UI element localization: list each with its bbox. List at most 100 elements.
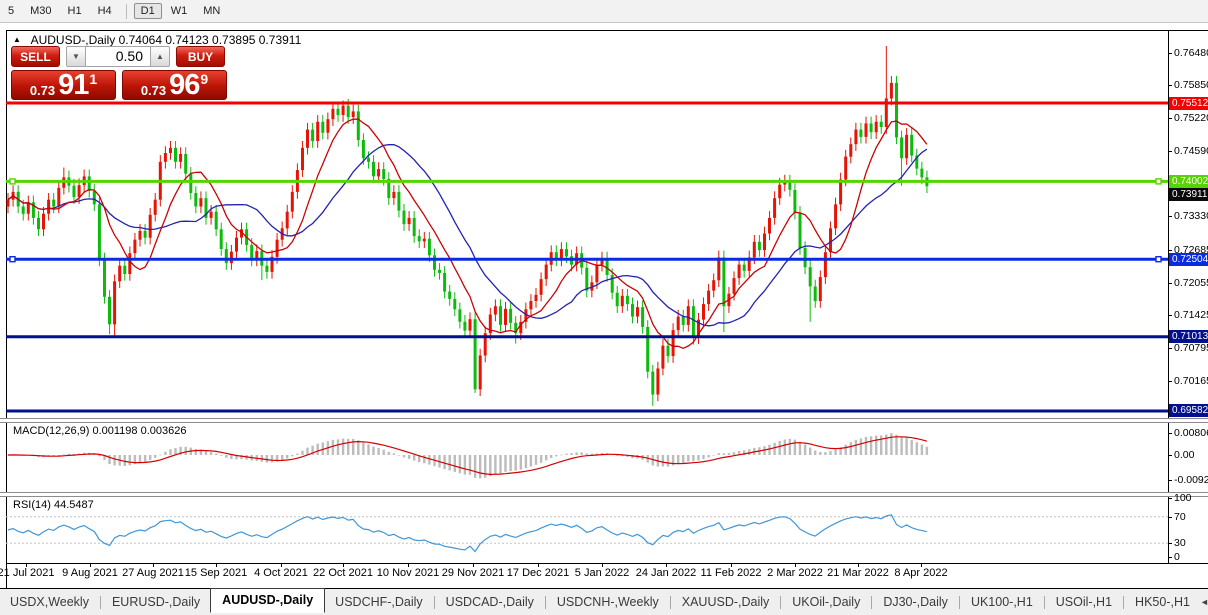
- macd-bar: [443, 455, 445, 469]
- candle-body: [844, 157, 847, 180]
- candle-body: [108, 297, 111, 325]
- sell-price-display[interactable]: 0.73 91 1: [11, 70, 116, 100]
- toolbar-separator: [126, 4, 127, 19]
- macd-bar: [895, 435, 897, 455]
- candle-body: [113, 281, 116, 324]
- date-axis-label: 11 Feb 2022: [701, 567, 762, 579]
- chart-tab-dj30-daily[interactable]: DJ30-,Daily: [873, 592, 958, 612]
- timeframe-button-m30[interactable]: M30: [23, 3, 58, 19]
- candle-body: [194, 193, 197, 207]
- price-tick-mark: [1168, 216, 1172, 217]
- rsi-panel[interactable]: [6, 495, 1168, 563]
- chart-tab-audusd-daily[interactable]: AUDUSD-,Daily: [210, 588, 325, 613]
- candle-body: [169, 148, 172, 153]
- price-level-tag[interactable]: 0.75512: [1169, 97, 1208, 110]
- tab-separator: [545, 596, 546, 609]
- macd-bar: [850, 442, 852, 455]
- macd-bar: [504, 455, 506, 472]
- timeframe-button-5[interactable]: 5: [1, 3, 21, 19]
- chart-tab-eurusd-daily[interactable]: EURUSD-,Daily: [102, 592, 210, 612]
- candle-body: [834, 204, 837, 228]
- chart-tab-usdchf-daily[interactable]: USDCHF-,Daily: [325, 592, 433, 612]
- candle-body: [687, 306, 690, 325]
- macd-bar: [789, 439, 791, 455]
- candle-body: [347, 106, 350, 117]
- macd-bar: [185, 447, 187, 455]
- timeframe-button-w1[interactable]: W1: [164, 3, 195, 19]
- chart-tab-uk100-h1[interactable]: UK100-,H1: [961, 592, 1043, 612]
- line-handle[interactable]: [1156, 257, 1161, 262]
- price-level-tag[interactable]: 0.69582: [1169, 404, 1208, 417]
- buy-price-display[interactable]: 0.73 96 9: [122, 70, 227, 100]
- collapse-arrow-icon[interactable]: ▲: [13, 35, 21, 44]
- timeframe-button-mn[interactable]: MN: [196, 3, 227, 19]
- price-level-tag[interactable]: 0.74002: [1169, 175, 1208, 188]
- macd-bar: [413, 455, 415, 461]
- line-handle[interactable]: [10, 179, 15, 184]
- buy-button[interactable]: BUY: [176, 46, 225, 67]
- macd-bar: [124, 455, 126, 466]
- macd-bar: [697, 455, 699, 461]
- timeframe-button-h1[interactable]: H1: [61, 3, 89, 19]
- timeframe-button-d1[interactable]: D1: [134, 3, 162, 19]
- chart-tab-usdx-weekly[interactable]: USDX,Weekly: [0, 592, 99, 612]
- macd-bar: [662, 455, 664, 466]
- chart-tab-usdcnh-weekly[interactable]: USDCNH-,Weekly: [547, 592, 669, 612]
- price-level-tag[interactable]: 0.72504: [1169, 253, 1208, 266]
- macd-bar: [921, 445, 923, 456]
- rsi-axis-label: 100: [1174, 492, 1192, 504]
- macd-bar: [570, 453, 572, 455]
- chart-tab-hk50-h1[interactable]: HK50-,H1: [1125, 592, 1200, 612]
- chart-tab-usoil-h1[interactable]: USOil-,H1: [1046, 592, 1122, 612]
- volume-increase-button[interactable]: ▲: [150, 46, 170, 67]
- price-level-tag[interactable]: 0.73911: [1169, 188, 1208, 201]
- chart-title: ▲ AUDUSD-,Daily 0.74064 0.74123 0.73895 …: [13, 33, 301, 47]
- chart-tab-usdcad-daily[interactable]: USDCAD-,Daily: [436, 592, 544, 612]
- sell-button[interactable]: SELL: [11, 46, 60, 67]
- macd-indicator-label: MACD(12,26,9) 0.001198 0.003626: [13, 425, 186, 437]
- macd-bar: [525, 455, 527, 468]
- tab-separator: [780, 596, 781, 609]
- volume-input[interactable]: 0.50: [86, 46, 150, 67]
- candle-body: [367, 158, 370, 162]
- candle-body: [682, 317, 685, 325]
- candle-body: [910, 135, 913, 156]
- macd-bar: [154, 455, 156, 458]
- macd-bar: [784, 440, 786, 456]
- macd-bar: [677, 455, 679, 464]
- line-handle[interactable]: [1156, 179, 1161, 184]
- tabs-scroll-left-icon[interactable]: ◄: [1200, 597, 1208, 607]
- macd-bar: [794, 440, 796, 455]
- candle-body: [78, 185, 81, 197]
- macd-bar: [469, 455, 471, 475]
- macd-bar: [911, 440, 913, 455]
- candle-body: [144, 231, 147, 238]
- macd-bar: [565, 454, 567, 455]
- rsi-tick-mark: [1168, 498, 1172, 499]
- candle-body: [504, 309, 507, 325]
- candle-body: [433, 255, 436, 269]
- timeframe-button-h4[interactable]: H4: [91, 3, 119, 19]
- candle-body: [149, 215, 152, 238]
- candle-body: [905, 135, 908, 158]
- macd-bar: [139, 455, 141, 463]
- buy-price-main: 96: [169, 74, 199, 98]
- candle-body: [301, 148, 304, 170]
- macd-bar: [560, 455, 562, 456]
- price-level-tag[interactable]: 0.71013: [1169, 330, 1208, 343]
- volume-decrease-button[interactable]: ▼: [66, 46, 86, 67]
- candle-body: [103, 259, 106, 296]
- chart-tab-ukoil-daily[interactable]: UKOil-,Daily: [782, 592, 870, 612]
- price-tick-mark: [1168, 118, 1172, 119]
- chart-tab-xauusd-daily[interactable]: XAUUSD-,Daily: [672, 592, 780, 612]
- macd-bar: [479, 455, 481, 478]
- candle-body: [423, 239, 426, 242]
- candle-body: [453, 299, 456, 309]
- line-handle[interactable]: [10, 257, 15, 262]
- candle-body: [865, 123, 868, 136]
- candle-body: [819, 277, 822, 301]
- macd-bar: [535, 455, 537, 465]
- macd-bar: [220, 455, 222, 456]
- candle-body: [773, 198, 776, 218]
- date-axis-label: 2 Mar 2022: [767, 567, 823, 579]
